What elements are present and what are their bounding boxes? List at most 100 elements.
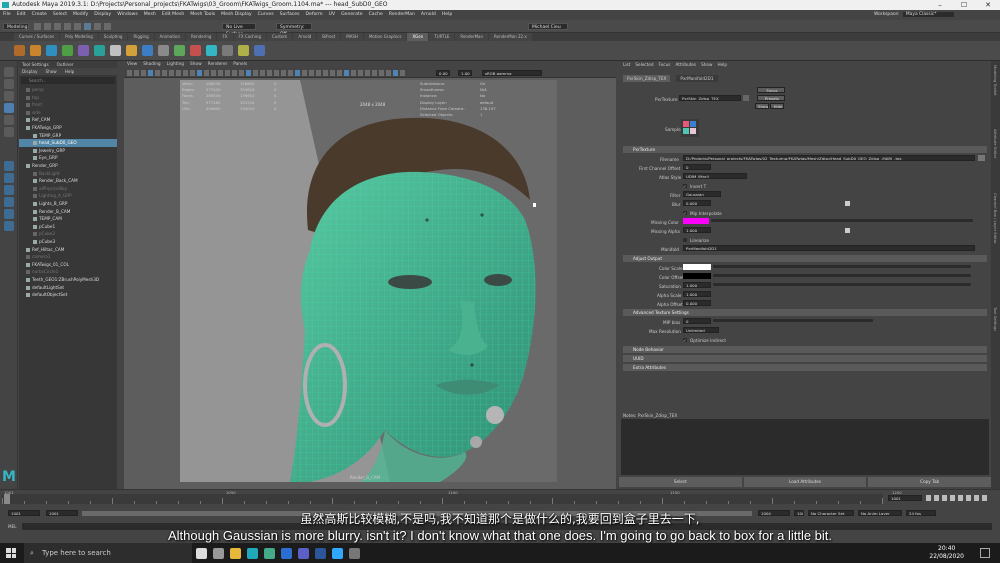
shelf-tool-5-icon[interactable] [78, 45, 89, 56]
viewport-toolbar-6-icon[interactable] [162, 70, 167, 76]
show-button[interactable]: Show [755, 103, 769, 109]
optimize-indirect-checkbox[interactable]: ✓ Optimize Indirect [683, 338, 726, 343]
chrome-icon[interactable] [264, 547, 275, 559]
menu-item-mesh[interactable]: Mesh [144, 10, 156, 20]
color-scale-swatch[interactable] [683, 264, 711, 270]
linearize-checkbox[interactable]: Linearize [683, 238, 709, 243]
four-view-layout-icon[interactable] [4, 173, 14, 183]
menu-item-surfaces[interactable]: Surfaces [280, 10, 300, 20]
undo-icon[interactable] [64, 23, 71, 30]
viewport-toolbar-28-icon[interactable] [316, 70, 321, 76]
shelf-tab-animation[interactable]: Animation [154, 33, 186, 41]
symmetry-dropdown[interactable]: Symmetry: Off [276, 23, 312, 37]
menu-item-uv[interactable]: UV [329, 10, 336, 20]
notes-textarea[interactable] [621, 419, 989, 475]
viewport-menu-show[interactable]: Show [190, 61, 202, 68]
section-adjust-output[interactable]: Adjust Output [623, 255, 987, 262]
play-forward-icon[interactable] [958, 495, 963, 501]
viewport-menu-shading[interactable]: Shading [143, 61, 160, 68]
shelf-tab-sculpting[interactable]: Sculpting [98, 33, 128, 41]
step-forward-icon[interactable] [966, 495, 971, 501]
missing-color-swatch[interactable] [683, 218, 709, 224]
ae-select-button[interactable]: Select [619, 477, 742, 487]
go-to-start-icon[interactable] [926, 495, 931, 501]
viewport-toolbar-2-icon[interactable] [134, 70, 139, 76]
viewport-toolbar-36-icon[interactable] [372, 70, 377, 76]
mip-interpolate-checkbox[interactable]: ✓ Mip Interpolate [683, 211, 722, 216]
shelf-tool-13-icon[interactable] [206, 45, 217, 56]
select-tool-icon[interactable] [4, 67, 14, 77]
first-channel-field[interactable]: 0 [683, 164, 711, 170]
shelf-tab-mash[interactable]: MASH [341, 33, 363, 41]
outliner-menu-help[interactable]: Help [65, 68, 75, 75]
hypershade-layout-icon[interactable] [4, 221, 14, 231]
shelf-tool-3-icon[interactable] [46, 45, 57, 56]
ae-menu-list[interactable]: List [623, 61, 630, 68]
ae-menu-selected[interactable]: Selected [635, 61, 653, 68]
right-tab-modeling-toolkit[interactable]: Modeling Toolkit [993, 65, 998, 125]
user-account[interactable]: Michael Cieu [528, 23, 568, 30]
viewport-toolbar-21-icon[interactable] [267, 70, 272, 76]
menu-item-modify[interactable]: Modify [73, 10, 88, 20]
exposure-field[interactable]: 0.00 [436, 70, 450, 76]
manifold-field[interactable]: PxrManifold2D1 [683, 245, 975, 251]
alpha-offset-field[interactable]: 0.000 [683, 300, 711, 306]
menu-item-mesh-tools[interactable]: Mesh Tools [190, 10, 215, 20]
blur-map-icon[interactable] [845, 201, 850, 206]
menu-item-mesh-display[interactable]: Mesh Display [221, 10, 252, 20]
saturation-field[interactable]: 1.000 [683, 282, 711, 288]
viewport-toolbar-22-icon[interactable] [274, 70, 279, 76]
ae-menu-attributes[interactable]: Attributes [675, 61, 696, 68]
paint-select-icon[interactable] [4, 91, 14, 101]
shelf-tab-fx[interactable]: FX [217, 33, 233, 41]
file-explorer-icon[interactable] [230, 547, 241, 559]
shelf-tool-7-icon[interactable] [110, 45, 121, 56]
viewport-toolbar-32-icon[interactable] [344, 70, 349, 76]
menu-set-dropdown[interactable]: Modeling [3, 23, 29, 30]
right-tab-channel-box-layer-editor[interactable]: Channel Box / Layer Editor [993, 193, 998, 303]
viewport-menu-lighting[interactable]: Lighting [167, 61, 184, 68]
outliner-tab-outliner[interactable]: Outliner [57, 61, 74, 68]
ae-menu-show[interactable]: Show [701, 61, 712, 68]
current-frame-field[interactable]: 1001 [888, 495, 922, 501]
shelf-tab-custom[interactable]: Custom [267, 33, 293, 41]
outliner-item[interactable]: defaultObjectSet [19, 291, 117, 299]
menu-item-arnold[interactable]: Arnold [421, 10, 436, 20]
live-surface-field[interactable]: No Live Surface [222, 23, 256, 37]
menu-item-cache[interactable]: Cache [369, 10, 383, 20]
step-forward-key-icon[interactable] [974, 495, 979, 501]
folder-browse-icon[interactable] [978, 155, 985, 161]
viewport-toolbar-16-icon[interactable] [232, 70, 237, 76]
viewport-toolbar-18-icon[interactable] [246, 70, 251, 76]
alpha-scale-field[interactable]: 1.000 [683, 291, 711, 297]
outliner-layout-icon[interactable] [4, 197, 14, 207]
missing-color-slider[interactable] [711, 219, 973, 222]
shelf-tool-6-icon[interactable] [94, 45, 105, 56]
menu-item-display[interactable]: Display [94, 10, 111, 20]
select-component-icon[interactable] [104, 23, 111, 30]
viewport-toolbar-12-icon[interactable] [204, 70, 209, 76]
saturation-slider[interactable] [713, 283, 971, 286]
shelf-tool-12-icon[interactable] [190, 45, 201, 56]
shelf-tab-rigging[interactable]: Rigging [128, 33, 154, 41]
graph-layout-icon[interactable] [4, 209, 14, 219]
color-offset-slider[interactable] [713, 274, 971, 277]
ae-node-tab[interactable]: PxrManifold2D1 [676, 75, 718, 82]
workspace-selector[interactable]: Workspace: Maya Classic* [874, 10, 955, 20]
menu-item-deform[interactable]: Deform [306, 10, 323, 20]
viewport-toolbar-9-icon[interactable] [183, 70, 188, 76]
viewport-toolbar-24-icon[interactable] [288, 70, 293, 76]
viewport-toolbar-39-icon[interactable] [393, 70, 398, 76]
viewport-toolbar-31-icon[interactable] [337, 70, 342, 76]
viewport-toolbar-27-icon[interactable] [309, 70, 314, 76]
missing-alpha-field[interactable]: 1.000 [683, 227, 711, 233]
node-name-field[interactable]: PxrSkin_Zdisp_TEX [679, 95, 741, 101]
mip-bias-field[interactable]: 0 [683, 318, 711, 324]
viewport-toolbar-4-icon[interactable] [148, 70, 153, 76]
viewport-toolbar-8-icon[interactable] [176, 70, 181, 76]
viewport-toolbar-20-icon[interactable] [260, 70, 265, 76]
right-tab-attribute-editor[interactable]: Attribute Editor [993, 129, 998, 189]
viewport-toolbar-38-icon[interactable] [386, 70, 391, 76]
viewport-toolbar-25-icon[interactable] [295, 70, 300, 76]
shelf-tab-fx-caching[interactable]: FX Caching [233, 33, 266, 41]
